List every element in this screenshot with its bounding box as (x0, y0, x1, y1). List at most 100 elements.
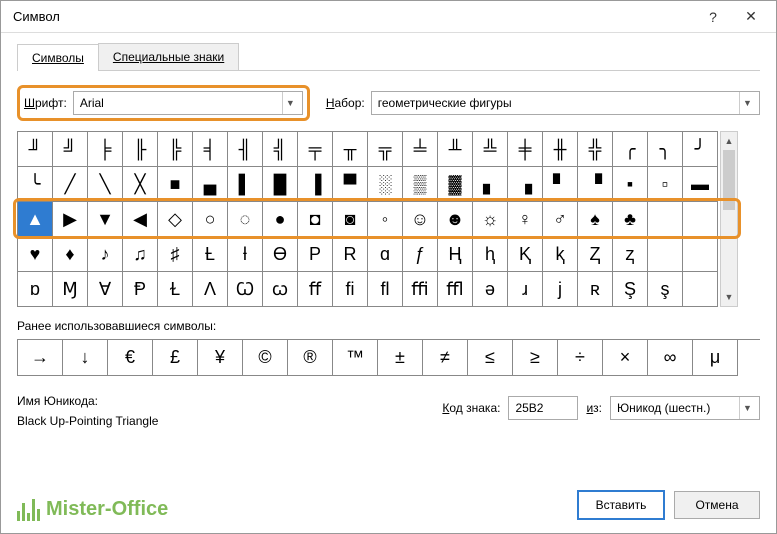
symbol-cell[interactable]: ● (263, 202, 298, 237)
symbol-cell[interactable]: ☺ (403, 202, 438, 237)
symbol-cell[interactable]: ◘ (298, 202, 333, 237)
symbol-cell[interactable]: ╫ (543, 132, 578, 167)
symbol-cell[interactable]: ǝ (473, 272, 508, 307)
symbol-cell[interactable]: P (298, 237, 333, 272)
symbol-cell[interactable]: ▒ (403, 167, 438, 202)
symbol-cell[interactable]: ╯ (683, 132, 718, 167)
insert-button[interactable]: Вставить (578, 491, 664, 519)
symbol-cell[interactable]: ɑ (368, 237, 403, 272)
symbol-cell[interactable]: ꞷ (263, 272, 298, 307)
symbol-cell[interactable]: ☼ (473, 202, 508, 237)
symbol-cell[interactable]: ◙ (333, 202, 368, 237)
symbol-cell[interactable] (683, 237, 718, 272)
symbol-cell[interactable]: ╪ (508, 132, 543, 167)
symbol-cell[interactable]: ♂ (543, 202, 578, 237)
symbol-cell[interactable]: Ⱬ (578, 237, 613, 272)
recent-cell[interactable]: ≤ (468, 340, 513, 376)
symbol-cell[interactable]: ▀ (333, 167, 368, 202)
recent-cell[interactable]: ¥ (198, 340, 243, 376)
symbol-cell[interactable]: Ɱ (53, 272, 88, 307)
symbol-cell[interactable]: ◌ (228, 202, 263, 237)
symbol-cell[interactable]: ▬ (683, 167, 718, 202)
symbol-cell[interactable]: ╥ (333, 132, 368, 167)
symbol-cell[interactable]: ♀ (508, 202, 543, 237)
symbol-cell[interactable]: ⱬ (613, 237, 648, 272)
recent-cell[interactable]: μ (693, 340, 738, 376)
symbol-cell[interactable]: ﬄ (438, 272, 473, 307)
symbol-cell[interactable]: ╡ (193, 132, 228, 167)
recent-cell[interactable]: ® (288, 340, 333, 376)
symbol-cell[interactable] (683, 202, 718, 237)
symbol-cell[interactable]: ╜ (18, 132, 53, 167)
symbol-cell[interactable]: ╢ (228, 132, 263, 167)
symbol-cell[interactable]: ﬀ (298, 272, 333, 307)
symbol-cell[interactable]: Ʌ (193, 272, 228, 307)
symbol-cell[interactable]: ▌ (228, 167, 263, 202)
symbol-cell[interactable]: ♫ (123, 237, 158, 272)
symbol-cell[interactable]: ╲ (88, 167, 123, 202)
recent-cell[interactable]: ± (378, 340, 423, 376)
symbol-cell[interactable]: ╮ (648, 132, 683, 167)
symbol-cell[interactable]: ╦ (368, 132, 403, 167)
scroll-down-icon[interactable]: ▼ (721, 288, 737, 306)
symbol-cell[interactable]: ƒ (403, 237, 438, 272)
symbol-cell[interactable]: Ⱨ (438, 237, 473, 272)
symbol-cell[interactable]: ʀ (578, 272, 613, 307)
font-combo[interactable]: Arial ▼ (73, 91, 303, 115)
tab-special[interactable]: Специальные знаки (98, 43, 239, 70)
recent-cell[interactable]: ≠ (423, 340, 468, 376)
symbol-cell[interactable] (648, 237, 683, 272)
symbol-cell[interactable]: ş (648, 272, 683, 307)
symbol-cell[interactable]: ▫ (648, 167, 683, 202)
symbol-cell[interactable]: ▖ (473, 167, 508, 202)
from-combo[interactable]: Юникод (шестн.) ▼ (610, 396, 760, 420)
symbol-cell[interactable]: ♠ (578, 202, 613, 237)
symbol-cell[interactable]: ╤ (298, 132, 333, 167)
scroll-up-icon[interactable]: ▲ (721, 132, 737, 150)
symbol-cell[interactable]: ♯ (158, 237, 193, 272)
symbol-cell[interactable]: ♥ (18, 237, 53, 272)
recent-cell[interactable]: ≥ (513, 340, 558, 376)
symbol-cell[interactable]: ╬ (578, 132, 613, 167)
recent-cell[interactable]: → (18, 340, 63, 376)
symbol-cell[interactable]: ﬂ (368, 272, 403, 307)
symbol-cell[interactable] (683, 272, 718, 307)
symbol-cell[interactable]: ╰ (18, 167, 53, 202)
symbol-cell[interactable]: Ƚ (193, 237, 228, 272)
symbol-cell[interactable]: ▓ (438, 167, 473, 202)
cancel-button[interactable]: Отмена (674, 491, 760, 519)
symbol-cell[interactable]: ▲ (18, 202, 53, 237)
symbol-cell[interactable]: ▐ (298, 167, 333, 202)
symbol-cell[interactable]: ▘ (543, 167, 578, 202)
code-input[interactable]: 25B2 (508, 396, 578, 420)
subset-combo[interactable]: геометрические фигуры ▼ (371, 91, 760, 115)
recent-cell[interactable]: ↓ (63, 340, 108, 376)
symbol-cell[interactable]: ╧ (403, 132, 438, 167)
symbol-cell[interactable]: R (333, 237, 368, 272)
symbol-cell[interactable]: ╭ (613, 132, 648, 167)
symbol-cell[interactable]: ♦ (53, 237, 88, 272)
help-button[interactable]: ? (694, 2, 732, 32)
symbol-cell[interactable]: Ᵽ (123, 272, 158, 307)
symbol-cell[interactable]: ⱪ (543, 237, 578, 272)
recent-cell[interactable]: ÷ (558, 340, 603, 376)
symbol-cell[interactable]: Ɫ (158, 272, 193, 307)
close-button[interactable]: ✕ (732, 2, 770, 32)
symbol-cell[interactable]: ƚ (228, 237, 263, 272)
scroll-thumb[interactable] (723, 150, 735, 210)
symbol-cell[interactable]: ╨ (438, 132, 473, 167)
symbol-cell[interactable] (648, 202, 683, 237)
symbol-cell[interactable]: Ꞷ (228, 272, 263, 307)
symbol-cell[interactable]: ■ (158, 167, 193, 202)
symbol-cell[interactable]: ╟ (123, 132, 158, 167)
symbol-grid[interactable]: ╜╝╞╟╠╡╢╣╤╥╦╧╨╩╪╫╬╭╮╯╰╱╲╳■▄▌█▐▀░▒▓▖▗▘▝▪▫▬… (17, 131, 718, 307)
symbol-cell[interactable]: Ş (613, 272, 648, 307)
recent-cell[interactable]: ∞ (648, 340, 693, 376)
symbol-cell[interactable]: ﬁ (333, 272, 368, 307)
symbol-cell[interactable]: ▶ (53, 202, 88, 237)
symbol-cell[interactable]: Ɐ (88, 272, 123, 307)
recent-cell[interactable]: ™ (333, 340, 378, 376)
recent-grid[interactable]: →↓€£¥©®™±≠≤≥÷×∞μ (17, 339, 760, 376)
symbol-cell[interactable]: ◦ (368, 202, 403, 237)
symbol-cell[interactable]: ╣ (263, 132, 298, 167)
